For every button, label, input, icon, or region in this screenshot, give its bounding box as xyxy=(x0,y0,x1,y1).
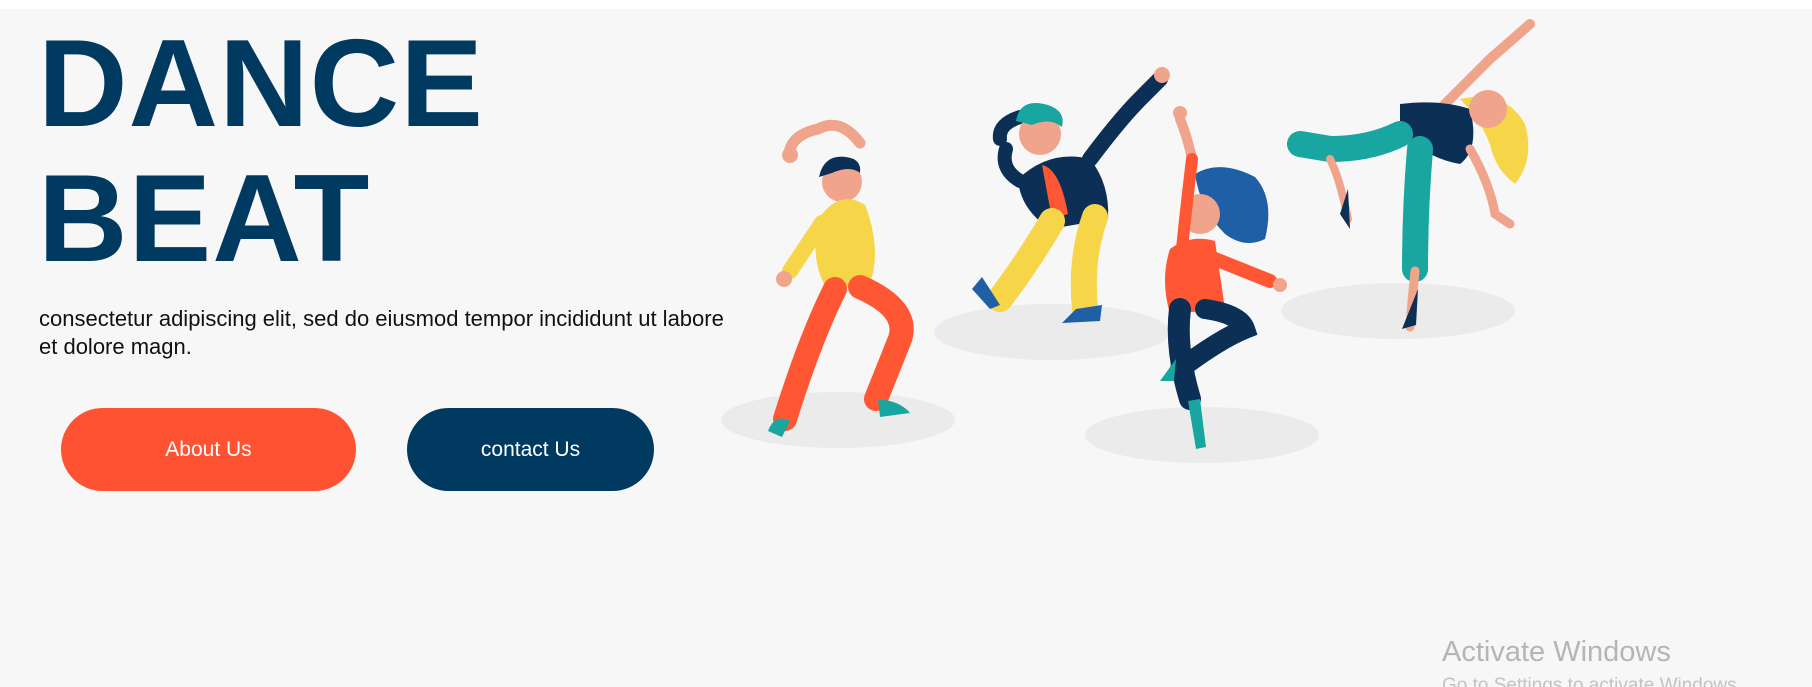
hero-section: DANCE BEAT consectetur adipiscing elit, … xyxy=(0,9,1812,687)
dancer-2-figure xyxy=(972,67,1170,323)
dancer-3-figure xyxy=(1160,106,1287,449)
floor-shadow xyxy=(1281,283,1515,339)
hero-description: consectetur adipiscing elit, sed do eius… xyxy=(39,306,724,359)
page-title: DANCE BEAT xyxy=(38,17,484,287)
title-line-1: DANCE xyxy=(38,15,484,153)
about-us-button[interactable]: About Us xyxy=(61,408,356,491)
dancers-illustration xyxy=(721,19,1535,463)
floor-shadow xyxy=(934,304,1170,360)
title-line-2: BEAT xyxy=(38,150,371,288)
contact-us-button[interactable]: contact Us xyxy=(407,408,654,491)
dancer-4-figure xyxy=(1287,19,1535,332)
floor-shadow xyxy=(721,392,955,448)
activate-windows-subtitle: Go to Settings to activate Windows. xyxy=(1442,675,1742,687)
dancer-1-figure xyxy=(768,119,914,437)
activate-windows-title: Activate Windows xyxy=(1442,636,1671,668)
